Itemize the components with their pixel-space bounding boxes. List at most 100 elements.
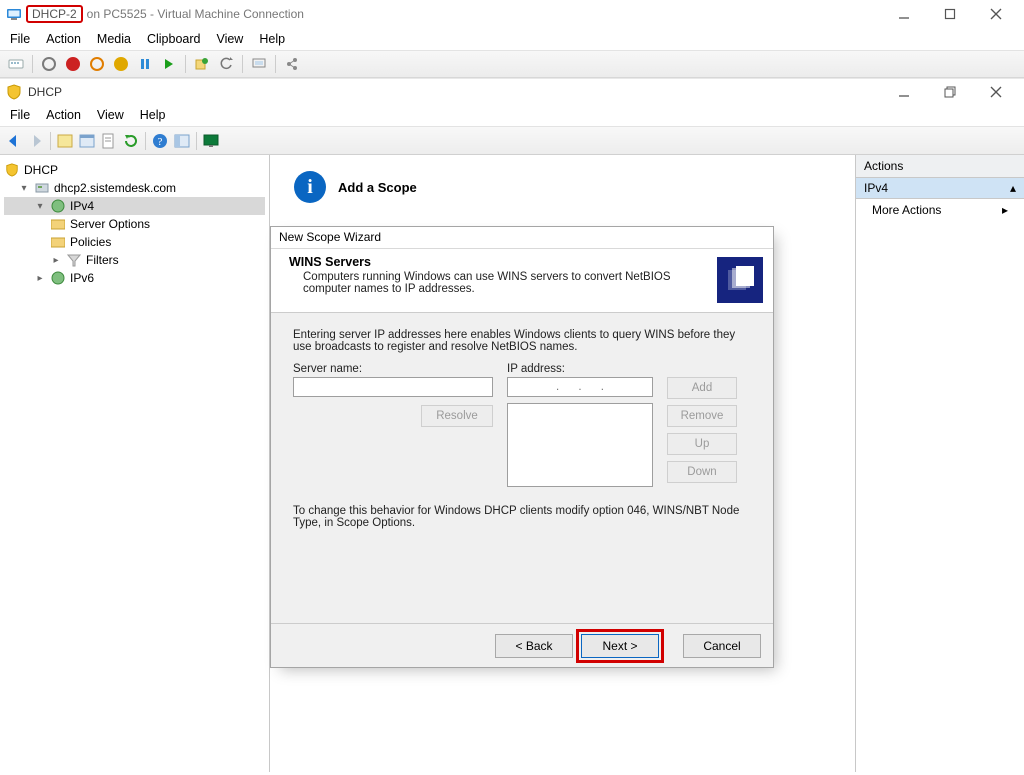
actions-more-label: More Actions xyxy=(872,203,941,217)
ipv4-icon xyxy=(50,198,66,214)
revert-icon[interactable] xyxy=(216,54,236,74)
chevron-up-icon: ▴ xyxy=(1010,181,1016,195)
mmc-minimize-button[interactable] xyxy=(890,82,918,102)
mmc-restore-button[interactable] xyxy=(936,82,964,102)
tree-server-options[interactable]: Server Options xyxy=(4,215,265,233)
expander-icon[interactable]: ▸ xyxy=(50,255,62,266)
tree-root-dhcp[interactable]: DHCP xyxy=(4,161,265,179)
hyperv-title-text: on PC5525 - Virtual Machine Connection xyxy=(87,7,304,21)
hyperv-menu-bar: File Action Media Clipboard View Help xyxy=(0,28,1024,50)
actions-more[interactable]: More Actions ▸ xyxy=(856,199,1024,221)
next-button[interactable]: Next > xyxy=(581,634,659,658)
center-heading: Add a Scope xyxy=(338,180,417,195)
resolve-button[interactable]: Resolve xyxy=(421,405,493,427)
tree-ipv6[interactable]: ▸ IPv6 xyxy=(4,269,265,287)
shutdown-icon[interactable] xyxy=(87,54,107,74)
vm-icon xyxy=(6,6,22,22)
back-icon[interactable] xyxy=(4,131,24,151)
mmc-menu-bar: File Action View Help xyxy=(0,104,1024,127)
svg-text:?: ? xyxy=(158,136,163,148)
up-button[interactable]: Up xyxy=(667,433,737,455)
chevron-right-icon: ▸ xyxy=(1002,203,1008,217)
view-options-icon[interactable] xyxy=(172,131,192,151)
hv-menu-help[interactable]: Help xyxy=(259,32,285,46)
help-icon[interactable]: ? xyxy=(150,131,170,151)
cancel-button[interactable]: Cancel xyxy=(683,634,761,658)
tree-filters[interactable]: ▸ Filters xyxy=(4,251,265,269)
hyperv-toolbar xyxy=(0,50,1024,78)
tree-root-label: DHCP xyxy=(24,163,58,177)
actions-context[interactable]: IPv4 ▴ xyxy=(856,178,1024,199)
enhanced-session-icon[interactable] xyxy=(249,54,269,74)
expander-icon[interactable]: ▾ xyxy=(18,183,30,194)
wizard-note: To change this behavior for Windows DHCP… xyxy=(293,505,751,529)
checkpoint-icon[interactable] xyxy=(192,54,212,74)
new-scope-wizard-dialog: New Scope Wizard WINS Servers Computers … xyxy=(270,226,774,668)
server-icon xyxy=(34,180,50,196)
hv-menu-clipboard[interactable]: Clipboard xyxy=(147,32,201,46)
save-state-icon[interactable] xyxy=(111,54,131,74)
mmc-close-button[interactable] xyxy=(982,82,1010,102)
folder-icon xyxy=(50,216,66,232)
center-header: i Add a Scope xyxy=(286,165,839,215)
hv-menu-action[interactable]: Action xyxy=(46,32,81,46)
tree-policies[interactable]: Policies xyxy=(4,233,265,251)
ip-address-input[interactable] xyxy=(507,377,653,397)
tree-ipv4[interactable]: ▾ IPv4 xyxy=(4,197,265,215)
close-button[interactable] xyxy=(982,4,1010,24)
ip-list[interactable] xyxy=(507,403,653,487)
back-button[interactable]: < Back xyxy=(495,634,573,658)
minimize-button[interactable] xyxy=(890,4,918,24)
dhcp-app-icon xyxy=(6,84,22,100)
ip-address-label: IP address: xyxy=(507,363,653,375)
tree-ipv4-label: IPv4 xyxy=(70,199,94,213)
wizard-intro: Entering server IP addresses here enable… xyxy=(293,329,751,353)
maximize-button[interactable] xyxy=(936,4,964,24)
properties-icon[interactable] xyxy=(77,131,97,151)
wizard-header: WINS Servers Computers running Windows c… xyxy=(271,249,773,313)
remove-button[interactable]: Remove xyxy=(667,405,737,427)
server-name-input[interactable] xyxy=(293,377,493,397)
hv-menu-media[interactable]: Media xyxy=(97,32,131,46)
pause-icon[interactable] xyxy=(135,54,155,74)
expander-icon[interactable]: ▾ xyxy=(34,201,46,212)
refresh-icon[interactable] xyxy=(121,131,141,151)
turnoff-icon[interactable] xyxy=(63,54,83,74)
expander-icon[interactable]: ▸ xyxy=(34,273,46,284)
wizard-footer: < Back Next > Cancel xyxy=(271,623,773,667)
mmc-menu-action[interactable]: Action xyxy=(46,108,81,122)
export-list-icon[interactable] xyxy=(99,131,119,151)
tree-server[interactable]: ▾ dhcp2.sistemdesk.com xyxy=(4,179,265,197)
hv-menu-file[interactable]: File xyxy=(10,32,30,46)
share-icon[interactable] xyxy=(282,54,302,74)
mmc-toolbar: ? xyxy=(0,127,1024,155)
add-button[interactable]: Add xyxy=(667,377,737,399)
mmc-app-title: DHCP xyxy=(28,85,62,99)
actions-title: Actions xyxy=(856,155,1024,178)
wizard-art-icon xyxy=(717,257,763,303)
tree-policies-label: Policies xyxy=(70,235,111,249)
start-icon[interactable] xyxy=(39,54,59,74)
hv-menu-view[interactable]: View xyxy=(216,32,243,46)
tree-pane[interactable]: DHCP ▾ dhcp2.sistemdesk.com ▾ IPv4 Serve… xyxy=(0,155,270,772)
actions-context-label: IPv4 xyxy=(864,181,888,195)
mmc-menu-view[interactable]: View xyxy=(97,108,124,122)
reset-icon[interactable] xyxy=(159,54,179,74)
dhcp-root-icon xyxy=(4,162,20,178)
show-hide-tree-icon[interactable] xyxy=(55,131,75,151)
ctrl-alt-del-icon[interactable] xyxy=(6,54,26,74)
wizard-heading: WINS Servers xyxy=(289,255,763,269)
actions-pane: Actions IPv4 ▴ More Actions ▸ xyxy=(856,155,1024,772)
forward-icon[interactable] xyxy=(26,131,46,151)
vm-name-highlight: DHCP-2 xyxy=(26,5,83,23)
mmc-menu-help[interactable]: Help xyxy=(140,108,166,122)
filter-icon xyxy=(66,252,82,268)
tree-server-label: dhcp2.sistemdesk.com xyxy=(54,181,176,195)
mmc-menu-file[interactable]: File xyxy=(10,108,30,122)
folder-icon xyxy=(50,234,66,250)
server-name-label: Server name: xyxy=(293,363,493,375)
monitor-icon[interactable] xyxy=(201,131,221,151)
wizard-title-bar: New Scope Wizard xyxy=(271,227,773,249)
down-button[interactable]: Down xyxy=(667,461,737,483)
hyperv-title-bar: DHCP-2 on PC5525 - Virtual Machine Conne… xyxy=(0,0,1024,28)
